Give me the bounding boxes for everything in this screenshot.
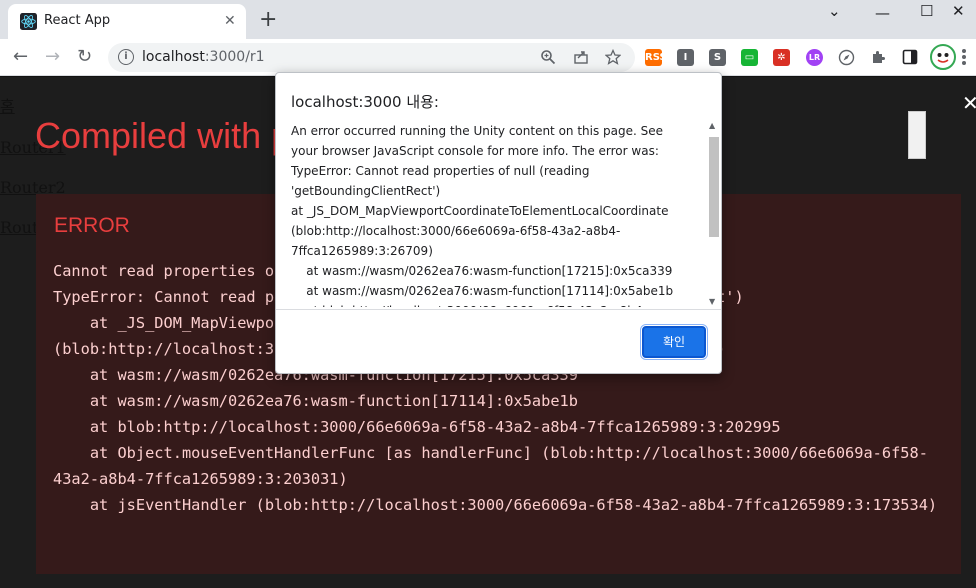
scroll-thumb[interactable]	[709, 137, 719, 237]
url-path: :3000/r1	[204, 49, 265, 65]
overlay-close-icon[interactable]: ✕	[962, 91, 976, 115]
new-tab-button[interactable]: +	[259, 9, 277, 31]
share-icon[interactable]	[573, 49, 589, 65]
react-logo-icon	[20, 13, 37, 30]
dialog-body[interactable]: An error occurred running the Unity cont…	[291, 121, 706, 307]
dialog-title: localhost:3000 내용:	[291, 93, 439, 111]
screen-extension-icon[interactable]: ▭	[741, 49, 758, 66]
forward-button[interactable]: →	[45, 46, 60, 68]
browser-tab[interactable]: React App ✕	[8, 4, 246, 39]
alert-dialog: localhost:3000 내용: An error occurred run…	[275, 72, 722, 374]
dialog-message: An error occurred running the Unity cont…	[291, 124, 674, 307]
scroll-down-icon[interactable]: ▼	[709, 297, 715, 306]
back-button[interactable]: ←	[13, 46, 28, 68]
minimize-button[interactable]: —	[875, 4, 890, 22]
rss-extension-icon[interactable]: RSS	[645, 49, 667, 66]
url-text[interactable]: localhost:3000/r1	[142, 49, 265, 65]
reload-button[interactable]: ↻	[77, 46, 92, 68]
puzzle-extensions-icon[interactable]	[870, 49, 887, 66]
tab-close-icon[interactable]: ✕	[224, 12, 236, 30]
lr-extension-icon[interactable]: LR	[806, 49, 823, 66]
scroll-up-icon[interactable]: ▲	[709, 121, 715, 130]
s-extension-icon[interactable]: S	[709, 49, 726, 66]
maximize-button[interactable]: ☐	[920, 2, 933, 20]
tab-title: React App	[44, 13, 111, 28]
url-host: localhost	[142, 49, 205, 65]
avatar-image-icon	[933, 47, 953, 67]
i-extension-icon[interactable]: I	[677, 49, 694, 66]
bookmark-star-icon[interactable]	[605, 49, 621, 65]
ok-button[interactable]: 확인	[640, 324, 708, 360]
chevron-down-icon[interactable]: ⌄	[828, 2, 841, 20]
zoom-icon[interactable]	[540, 49, 556, 65]
close-window-button[interactable]: ✕	[952, 2, 965, 20]
dialog-divider	[276, 309, 721, 310]
address-bar[interactable]: i localhost:3000/r1	[108, 43, 635, 72]
error-heading: ERROR	[54, 214, 130, 237]
overlay-scrollbar[interactable]	[908, 111, 926, 159]
compass-icon[interactable]	[838, 49, 855, 66]
profile-avatar[interactable]	[930, 44, 956, 70]
browser-titlebar: React App ✕ + ⌄ — ☐ ✕	[0, 0, 976, 39]
browser-toolbar: ← → ↻ i localhost:3000/r1 RSS I S ▭ ✲ LR	[0, 39, 976, 76]
side-panel-icon[interactable]	[902, 49, 918, 65]
dialog-scrollbar[interactable]: ▲ ▼	[707, 121, 722, 307]
browser-menu-icon[interactable]	[962, 49, 966, 67]
link-home[interactable]: 홈	[0, 93, 66, 117]
red-extension-icon[interactable]: ✲	[773, 49, 790, 66]
site-info-icon[interactable]: i	[118, 49, 134, 65]
